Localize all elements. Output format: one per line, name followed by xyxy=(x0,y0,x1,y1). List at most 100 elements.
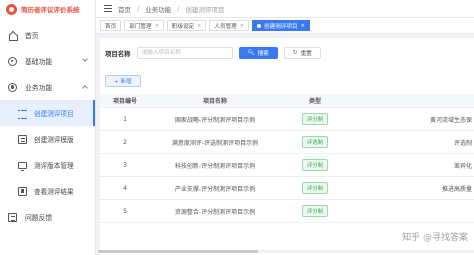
column-header-no: 项目编号 xyxy=(112,98,137,105)
search-button[interactable]: 🔍︎ 搜索 xyxy=(238,47,278,59)
table-row[interactable]: 2 满意度测评-评选制测评项目示例 评选制 评选制 xyxy=(100,131,474,154)
table-row[interactable]: 3 科技创新-评分制测评项目示例 评分制 差异化 xyxy=(100,154,474,177)
breadcrumb-business[interactable]: 业务功能 xyxy=(145,4,171,14)
tab-create-project[interactable]: 创建测评项目 × xyxy=(251,20,310,31)
sidebar-item-label: 基础功能 xyxy=(25,58,53,66)
cell-extra: 黄河流域生态保 xyxy=(429,116,472,124)
column-header-name: 项目名称 xyxy=(202,98,227,105)
cell-type: 评分制 xyxy=(280,182,350,194)
result-icon xyxy=(18,186,27,196)
table-header: 项目编号 项目名称 类型 xyxy=(100,94,474,108)
active-dot-icon xyxy=(256,23,261,28)
search-label: 项目名称 xyxy=(105,49,131,58)
sidebar-item-label: 查看测评结果 xyxy=(34,188,74,196)
cell-no: 2 xyxy=(123,138,127,146)
cell-type: 评分制 xyxy=(280,205,350,217)
type-badge: 评分制 xyxy=(301,182,329,194)
table-row[interactable]: 5 资源整合-评分制测评项目示例 评分制 xyxy=(100,200,474,223)
sidebar-item-feedback[interactable]: 问题反馈 xyxy=(0,204,95,230)
top-header: 首页 / 业务功能 / 创建测评项目 xyxy=(96,0,474,18)
sidebar-item-business[interactable]: 业务功能 xyxy=(0,74,95,100)
refresh-icon: ↻ xyxy=(292,50,298,56)
close-icon[interactable]: × xyxy=(155,23,159,29)
close-icon[interactable]: × xyxy=(240,23,244,29)
horizontal-scrollbar[interactable] xyxy=(96,250,474,253)
cell-name: 满意度测评-评选制测评项目示例 xyxy=(171,139,259,147)
gear-icon xyxy=(8,56,17,66)
cell-name: 国家战略-评分制测评项目示例 xyxy=(174,116,256,124)
reset-button-label: 重置 xyxy=(300,51,312,57)
column-header-type: 类型 xyxy=(308,98,321,105)
search-button-label: 搜索 xyxy=(257,51,269,57)
monitor-icon xyxy=(18,161,27,171)
document-icon xyxy=(18,134,27,144)
sidebar-item-results[interactable]: 查看测评结果 xyxy=(0,178,95,204)
cell-no: 3 xyxy=(123,161,127,169)
close-icon[interactable]: × xyxy=(197,23,201,29)
app-title: 简历者评议评价系统 xyxy=(21,6,80,14)
sidebar-item-basic[interactable]: 基础功能 xyxy=(0,48,95,74)
project-table: 项目编号 项目名称 类型 1 国家战略-评分制测评项目示例 评分制 黄河流域生态… xyxy=(100,94,474,223)
home-icon xyxy=(8,31,18,41)
search-form: 项目名称 🔍︎ 搜索 ↻ 重置 xyxy=(105,47,321,59)
feedback-icon xyxy=(8,212,17,222)
tab-department[interactable]: 部门管理 × xyxy=(124,20,164,31)
business-icon xyxy=(8,82,17,92)
breadcrumb-home[interactable]: 首页 xyxy=(118,4,131,14)
tags-bar: 首页 部门管理 × 职级设定 × 人员管理 × 创建测评项目 × xyxy=(96,18,474,34)
chevron-up-icon xyxy=(82,85,88,91)
cell-extra: 差异化 xyxy=(453,162,472,170)
add-button[interactable]: + 新增 xyxy=(105,75,141,87)
sidebar-item-label: 创建测评模版 xyxy=(34,136,74,144)
tab-label: 职级设定 xyxy=(171,23,195,30)
sidebar-item-label: 测评版本管理 xyxy=(34,162,74,170)
search-input[interactable] xyxy=(136,47,233,59)
chevron-down-icon xyxy=(82,56,88,62)
sidebar: 简历者评议评价系统 首页 基础功能 业务功能 创建测评项目 创建测评模版 测评版… xyxy=(0,0,96,255)
cell-no: 1 xyxy=(123,115,127,123)
tab-label: 人员管理 xyxy=(214,23,237,30)
sidebar-item-create-template[interactable]: 创建测评模版 xyxy=(0,126,95,152)
cell-no: 5 xyxy=(123,207,127,215)
table-row[interactable]: 1 国家战略-评分制测评项目示例 评分制 黄河流域生态保 xyxy=(100,108,474,131)
cell-name: 产业支撑-评分制测评项目示例 xyxy=(174,185,256,193)
app-logo[interactable]: 简历者评议评价系统 xyxy=(0,0,95,18)
add-button-label: + 新增 xyxy=(114,79,132,85)
tab-personnel[interactable]: 人员管理 × xyxy=(209,20,249,31)
tab-label: 创建测评项目 xyxy=(263,23,298,30)
cell-name: 科技创新-评分制测评项目示例 xyxy=(174,162,256,170)
cell-type: 评分制 xyxy=(280,113,350,125)
cell-extra: 评选制 xyxy=(453,139,472,147)
tab-label: 部门管理 xyxy=(129,23,152,30)
tab-label: 首页 xyxy=(105,23,117,30)
breadcrumb-separator: / xyxy=(177,4,180,13)
menu-toggle-icon[interactable] xyxy=(104,5,112,12)
cell-type: 评选制 xyxy=(280,136,350,148)
search-icon: 🔍︎ xyxy=(247,50,255,56)
tab-home[interactable]: 首页 xyxy=(100,20,122,31)
close-icon[interactable]: × xyxy=(301,23,305,29)
cell-name: 资源整合-评分制测评项目示例 xyxy=(174,208,256,216)
tab-rank[interactable]: 职级设定 × xyxy=(166,20,207,31)
sidebar-item-home[interactable]: 首页 xyxy=(0,22,95,48)
cell-type: 评分制 xyxy=(280,159,350,171)
sidebar-item-create-project[interactable]: 创建测评项目 xyxy=(0,100,95,126)
type-badge: 评分制 xyxy=(301,205,329,217)
breadcrumb-current: 创建测评项目 xyxy=(185,5,225,14)
reset-button[interactable]: ↻ 重置 xyxy=(283,47,321,59)
list-icon xyxy=(18,109,27,119)
sidebar-item-version[interactable]: 测评版本管理 xyxy=(0,152,95,178)
sidebar-item-label: 首页 xyxy=(25,32,39,40)
watermark: 知乎 @寻找答案 xyxy=(402,233,468,243)
table-row[interactable]: 4 产业支撑-评分制测评项目示例 评分制 推进高质量 xyxy=(100,177,474,200)
type-badge: 评选制 xyxy=(301,136,329,148)
sidebar-item-label: 问题反馈 xyxy=(25,214,53,222)
main-panel: 项目名称 🔍︎ 搜索 ↻ 重置 + 新增 项目编号 项目名称 类型 1 国家战略… xyxy=(100,38,474,255)
sidebar-item-label: 业务功能 xyxy=(25,84,53,92)
brand-logo-icon xyxy=(6,3,17,15)
type-badge: 评分制 xyxy=(301,159,329,171)
scrollbar-thumb[interactable] xyxy=(98,250,258,253)
type-badge: 评分制 xyxy=(301,113,329,125)
breadcrumb-separator: / xyxy=(137,4,140,13)
cell-no: 4 xyxy=(123,184,127,192)
